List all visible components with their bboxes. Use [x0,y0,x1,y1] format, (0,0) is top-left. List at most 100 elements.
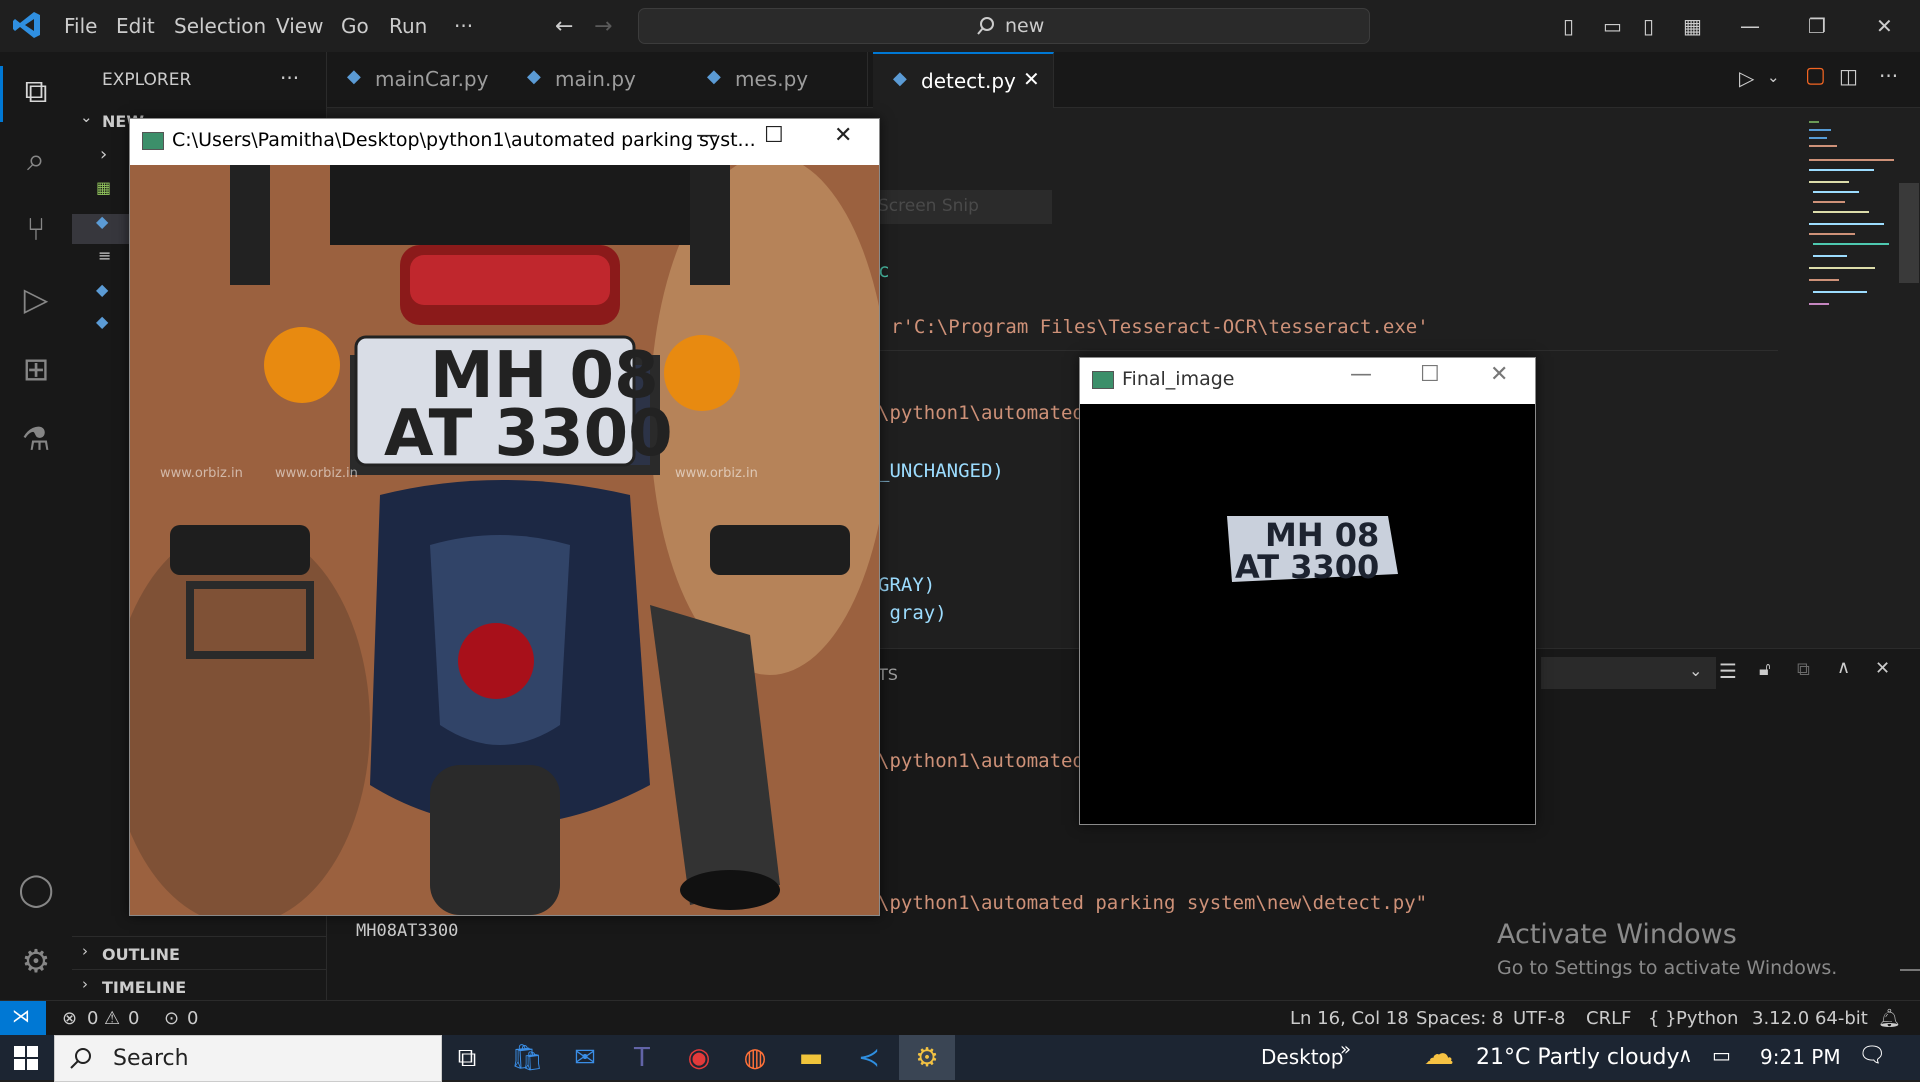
vscode-taskbar-icon[interactable]: ≺ [844,1039,894,1077]
lock-icon[interactable]: 🔓︎ [1759,659,1771,680]
remote-indicator[interactable]: ⋊ [0,1001,46,1036]
python-file-icon[interactable]: ◆ [96,312,108,331]
close-panel-icon[interactable]: ✕ [1875,658,1890,679]
vscode-logo-icon[interactable] [12,10,42,40]
toggle-secondary-sidebar-icon[interactable]: ▯ [1643,14,1654,38]
chevron-right-icon[interactable]: › [82,975,88,993]
tab-detect[interactable]: ◆ detect.py ✕ [873,52,1054,108]
terminal-selector[interactable]: ⌄ [1541,657,1716,689]
ports-count[interactable]: 0 [187,1008,198,1029]
indentation[interactable]: Spaces: 8 [1416,1008,1503,1029]
minimap[interactable] [1779,112,1914,332]
tab-mes[interactable]: ◆ mes.py [687,52,868,106]
split-editor-icon[interactable]: ◫ [1839,64,1858,88]
python-app-icon[interactable]: ⚙ [902,1039,952,1077]
divider [72,969,326,970]
tab-main[interactable]: ◆ main.py [507,52,688,106]
weather-icon[interactable]: ☁ [1424,1037,1454,1072]
maximize-panel-icon[interactable]: ∧ [1837,657,1850,678]
minimize-icon[interactable]: — [1350,362,1372,387]
file-explorer-icon[interactable]: ▬ [786,1039,836,1077]
code-line: gray) [878,602,947,624]
menu-go[interactable]: Go [341,14,369,38]
close-icon[interactable]: ✕ [1876,14,1893,38]
menu-edit[interactable]: Edit [116,14,155,38]
text-file-icon[interactable]: ≡ [98,246,111,265]
close-icon[interactable]: ✕ [834,123,852,148]
notification-icon[interactable]: 🗨︎ [1858,1043,1886,1068]
maximize-icon[interactable]: ☐ [764,123,784,148]
run-file-icon[interactable]: ▷ [1739,66,1754,90]
explorer-title: EXPLORER [102,70,192,90]
run-dropdown-icon[interactable]: ⌄ [1767,68,1780,86]
close-tab-icon[interactable]: ✕ [1023,67,1040,91]
desktop-toolbar[interactable]: Desktop [1261,1045,1343,1069]
command-center-search[interactable]: new [638,8,1370,44]
menu-view[interactable]: View [276,14,323,38]
editor-more-icon[interactable]: ··· [1879,64,1898,88]
task-view-icon[interactable]: ⧉ [442,1039,492,1077]
back-arrow-icon[interactable]: ← [555,14,573,39]
menu-selection[interactable]: Selection [174,14,266,38]
battery-icon[interactable]: ▭ [1712,1043,1731,1067]
motorcycle-photo: MH 08 AT 3300 www.orbiz.in www.orbiz.in … [130,165,879,915]
scrollbar-thumb[interactable] [1899,183,1919,283]
mail-icon[interactable]: ✉ [560,1039,610,1077]
cursor-position[interactable]: Ln 16, Col 18 [1290,1008,1409,1029]
firefox-icon[interactable]: ◍ [730,1039,780,1077]
settings-gear-icon[interactable]: ⚙ [0,942,72,980]
minimap-preview [1809,121,1894,305]
explorer-more-icon[interactable]: ··· [280,66,299,90]
explorer-icon[interactable]: ⧉ [0,72,72,111]
bell-icon[interactable]: 🔔︎ [1878,1008,1901,1029]
restore-icon[interactable]: ❐ [1808,14,1826,38]
chevron-right-icon[interactable]: › [100,144,107,165]
language-mode[interactable]: Python [1676,1008,1738,1029]
chevron-right-icon[interactable]: › [82,942,88,960]
clear-output-icon[interactable]: ☰ [1719,659,1737,683]
encoding[interactable]: UTF-8 [1513,1008,1565,1029]
source-control-icon[interactable]: ⑂ [0,210,72,248]
end-of-line[interactable]: CRLF [1586,1008,1631,1029]
toggle-panel-icon[interactable]: ▭ [1603,14,1622,38]
extensions-icon[interactable]: ⊞ [0,350,72,388]
spreadsheet-file-icon[interactable]: ▦ [96,178,111,197]
chevron-down-icon[interactable]: ⌄ [80,108,93,126]
search-icon[interactable]: ⌕ [0,140,72,179]
menu-more[interactable]: ··· [454,14,473,38]
outline-section[interactable]: OUTLINE [102,945,180,964]
weather-text[interactable]: 21°C Partly cloudy [1476,1045,1680,1070]
run-debug-icon[interactable]: ▷ [0,280,72,318]
interpreter[interactable]: 3.12.0 64-bit [1752,1008,1868,1029]
menu-file[interactable]: File [64,14,97,38]
customize-layout-icon[interactable]: ▦ [1683,14,1702,38]
teams-icon[interactable]: T [617,1039,667,1077]
warning-count[interactable]: 0 [128,1008,139,1029]
account-icon[interactable]: ◯ [0,870,72,908]
timeline-section[interactable]: TIMELINE [102,978,186,997]
python-file-icon[interactable]: ◆ [96,280,108,299]
error-count[interactable]: 0 [87,1008,98,1029]
forward-arrow-icon[interactable]: → [594,14,612,39]
chevrons-icon[interactable]: » [1340,1039,1351,1060]
taskbar-search[interactable]: Search [54,1035,442,1082]
maximize-icon[interactable]: ☐ [1420,362,1440,387]
clock[interactable]: 9:21 PM [1760,1045,1841,1069]
minimize-icon[interactable]: — [1740,14,1760,38]
final-image-window[interactable]: Final_image — ☐ ✕ MH 08 AT 3300 [1079,357,1536,825]
stop-icon[interactable]: ▢ [1805,63,1826,88]
tab-maincar[interactable]: ◆ mainCar.py [327,52,508,106]
store-icon[interactable]: 🛍︎ [502,1039,552,1077]
minimize-icon[interactable]: — [696,123,718,148]
close-icon[interactable]: ✕ [1490,362,1508,387]
image-window[interactable]: C:\Users\Pamitha\Desktop\python1\automat… [129,118,880,916]
testing-icon[interactable]: ⚗ [0,420,72,458]
tray-expand-icon[interactable]: ∧ [1678,1043,1693,1067]
toggle-sidebar-icon[interactable]: ▯ [1563,14,1574,38]
copy-icon[interactable]: ⧉ [1797,659,1810,680]
panel-tab[interactable]: TS [878,665,898,684]
python-file-icon[interactable]: ◆ [96,212,108,231]
menu-run[interactable]: Run [389,14,427,38]
app-icon[interactable]: ◉ [674,1039,724,1077]
windows-start-icon[interactable] [14,1046,38,1070]
